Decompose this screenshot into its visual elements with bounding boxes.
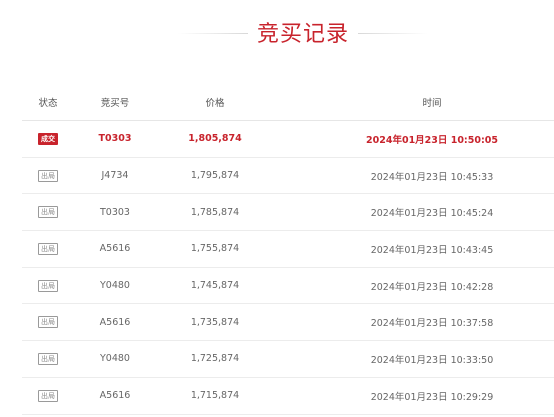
status-cell: 出局 bbox=[22, 194, 74, 230]
time-cell: 2024年01月23日 10:42:28 bbox=[370, 281, 494, 293]
price-cell: 1,745,874 bbox=[190, 280, 240, 292]
price-cell: 1,735,874 bbox=[190, 316, 240, 328]
time-cell: 2024年01月23日 10:45:24 bbox=[370, 208, 494, 220]
table-row: 出局 A5616 1,735,874 2024年01月23日 10:37:58 bbox=[22, 304, 554, 342]
status-badge: 出局 bbox=[38, 206, 58, 219]
price-cell: 1,785,874 bbox=[190, 206, 240, 218]
price-cell: 1,715,874 bbox=[190, 390, 240, 402]
bidder-cell: T0303 bbox=[100, 206, 130, 218]
status-cell: 出局 bbox=[22, 304, 74, 340]
table-header: 状态 竞买号 价格 时间 bbox=[22, 83, 554, 121]
time-cell: 2024年01月23日 10:37:58 bbox=[370, 318, 494, 330]
bidder-cell: T0303 bbox=[98, 133, 132, 145]
time-cell: 2024年01月23日 10:29:29 bbox=[370, 391, 494, 403]
table-row: 出局 A5616 1,715,874 2024年01月23日 10:29:29 bbox=[22, 378, 554, 415]
status-badge: 成交 bbox=[38, 132, 58, 145]
column-header-bidder: 竞买号 bbox=[100, 97, 130, 109]
time-cell: 2024年01月23日 10:43:45 bbox=[370, 244, 494, 256]
price-cell: 1,805,874 bbox=[188, 133, 242, 145]
table-row: 出局 Y0480 1,725,874 2024年01月23日 10:33:50 bbox=[22, 341, 554, 378]
column-header-time: 时间 bbox=[422, 97, 442, 109]
price-cell: 1,795,874 bbox=[190, 170, 240, 182]
status-cell: 出局 bbox=[22, 268, 74, 304]
column-header-status: 状态 bbox=[38, 97, 58, 109]
status-badge: 出局 bbox=[38, 279, 58, 292]
bidder-cell: A5616 bbox=[99, 243, 131, 255]
page-title: 竞买记录 bbox=[256, 22, 349, 47]
time-cell: 2024年01月23日 10:45:33 bbox=[370, 171, 494, 183]
status-cell: 成交 bbox=[22, 121, 74, 157]
bidder-cell: J4734 bbox=[101, 170, 129, 182]
status-cell: 出局 bbox=[22, 378, 74, 414]
time-cell: 2024年01月23日 10:50:05 bbox=[366, 134, 498, 146]
status-badge: 出局 bbox=[38, 352, 58, 365]
status-badge: 出局 bbox=[38, 389, 58, 402]
table-row: 成交 T0303 1,805,874 2024年01月23日 10:50:05 bbox=[22, 121, 554, 158]
price-cell: 1,755,874 bbox=[190, 243, 240, 255]
section-header: 竞买记录 bbox=[0, 0, 554, 70]
price-cell: 1,725,874 bbox=[190, 353, 240, 365]
bidder-cell: Y0480 bbox=[100, 280, 130, 292]
time-cell: 2024年01月23日 10:33:50 bbox=[370, 354, 494, 366]
table-row: 出局 Y0480 1,745,874 2024年01月23日 10:42:28 bbox=[22, 268, 554, 305]
table-row: 出局 T0303 1,785,874 2024年01月23日 10:45:24 bbox=[22, 194, 554, 232]
status-badge: 出局 bbox=[38, 169, 58, 182]
status-cell: 出局 bbox=[22, 158, 74, 194]
status-badge: 出局 bbox=[38, 316, 58, 329]
table-row: 出局 J4734 1,795,874 2024年01月23日 10:45:33 bbox=[22, 158, 554, 195]
bid-record-table: 状态 竞买号 价格 时间 成交 T0303 1,805,874 2024年01月… bbox=[22, 83, 554, 415]
table-row: 出局 A5616 1,755,874 2024年01月23日 10:43:45 bbox=[22, 231, 554, 268]
bidder-cell: A5616 bbox=[99, 316, 131, 328]
title-divider-left bbox=[178, 33, 248, 34]
status-cell: 出局 bbox=[22, 231, 74, 267]
status-badge: 出局 bbox=[38, 242, 58, 255]
column-header-price: 价格 bbox=[205, 97, 225, 109]
bidder-cell: Y0480 bbox=[100, 353, 130, 365]
title-divider-right bbox=[358, 33, 428, 34]
bidder-cell: A5616 bbox=[99, 390, 131, 402]
status-cell: 出局 bbox=[22, 341, 74, 377]
